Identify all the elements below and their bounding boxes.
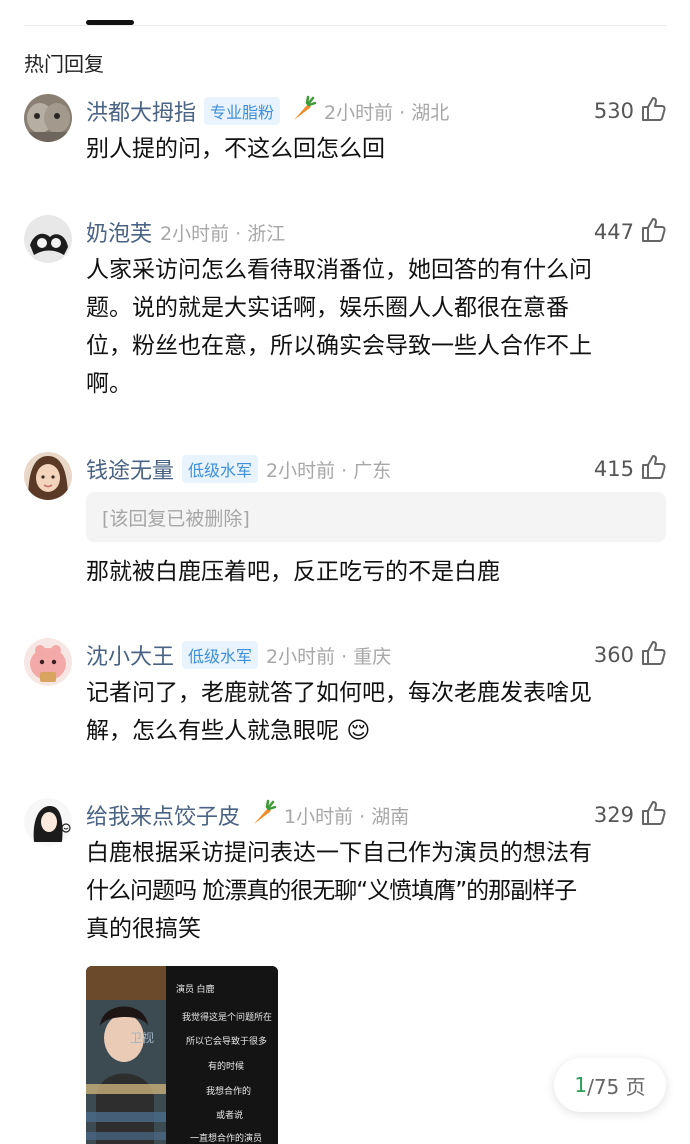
thumbs-up-icon xyxy=(640,454,666,484)
image-caption-line: 有的时候 xyxy=(208,1060,244,1071)
comment-meta: 沈小大王 低级水军 2小时前 · 重庆 xyxy=(86,640,391,670)
total-pages: /75 页 xyxy=(587,1074,646,1099)
image-caption-line: 或者说 xyxy=(216,1109,243,1120)
comment-time: 2小时前 · 浙江 xyxy=(160,222,286,245)
comment-item: 洪都大拇指 专业脂粉 2小时前 · 湖北 530 别人提的问，不这么回怎么回 xyxy=(24,94,666,164)
comment-time: 1小时前 · 湖南 xyxy=(284,805,410,828)
comment-text: 人家采访问怎么看待取消番位，她回答的有什么问 题。说的就是大实话啊，娱乐圈人人都… xyxy=(86,251,666,403)
comment-item: 奶泡芙 2小时前 · 浙江 447 人家采访问怎么看待取消番位，她回答的有什么问… xyxy=(24,215,666,405)
comment-image[interactable]: 卫视 演员 白鹿 我觉得这是个问题所在 所以它会导致于很多 有的时候 我想合作的… xyxy=(86,966,278,1144)
comment-meta: 奶泡芙 2小时前 · 浙江 xyxy=(86,217,285,247)
comment-text-line: 解，怎么有些人就急眼呢 😌 xyxy=(86,712,666,750)
active-tab-indicator xyxy=(86,20,134,25)
like-count: 530 xyxy=(593,99,634,123)
like-count: 447 xyxy=(593,220,634,244)
comment-meta: 给我来点饺子皮 1小时前 · 湖南 xyxy=(86,799,410,831)
comment-time: 2小时前 · 重庆 xyxy=(266,645,392,668)
avatar[interactable] xyxy=(24,798,72,846)
like-button[interactable]: 329 xyxy=(594,800,666,830)
comment-text: 记者问了，老鹿就答了如何吧，每次老鹿发表啥见 解，怎么有些人就急眼呢 😌 xyxy=(86,674,666,750)
current-page: 1 xyxy=(574,1073,588,1097)
username[interactable]: 洪都大拇指 xyxy=(86,95,196,127)
comment-text-line: 啊。 xyxy=(86,371,132,397)
like-count: 360 xyxy=(593,643,634,667)
comment-text: 别人提的问，不这么回怎么回 xyxy=(86,136,385,162)
image-caption-line: 演员 白鹿 xyxy=(176,983,215,994)
page-indicator[interactable]: 1 /75 页 xyxy=(554,1058,666,1112)
username[interactable]: 钱途无量 xyxy=(86,453,174,485)
top-tab-bar xyxy=(24,0,666,26)
like-button[interactable]: 530 xyxy=(594,96,666,126)
like-count: 329 xyxy=(593,803,634,827)
username[interactable]: 沈小大王 xyxy=(86,639,174,671)
avatar[interactable] xyxy=(24,638,72,686)
image-caption-line: 我觉得这是个问题所在 xyxy=(182,1011,272,1022)
image-caption-line: 所以它会导致于很多 xyxy=(186,1035,267,1046)
like-button[interactable]: 415 xyxy=(594,454,666,484)
comment-text-segment: 解，怎么有些人就急眼呢 xyxy=(86,718,339,744)
like-button[interactable]: 360 xyxy=(594,640,666,670)
comment-text-line: 题。说的就是大实话啊，娱乐圈人人都很在意番 xyxy=(86,295,569,321)
comment-item: 钱途无量 低级水军 2小时前 · 广东 415 [该回复已被删除] 那就被白鹿压… xyxy=(24,452,666,592)
comment-time: 2小时前 · 湖北 xyxy=(324,101,450,124)
username[interactable]: 给我来点饺子皮 xyxy=(86,799,240,831)
comment-text-line: 人家采访问怎么看待取消番位，她回答的有什么问 xyxy=(86,257,592,283)
comment-text: 白鹿根据采访提问表达一下自己作为演员的想法有 什么问题吗 尬漂真的很无聊“义愤填… xyxy=(86,834,666,948)
comment-meta: 洪都大拇指 专业脂粉 2小时前 · 湖北 xyxy=(86,95,450,127)
avatar[interactable] xyxy=(24,94,72,142)
comment-text-line: 记者问了，老鹿就答了如何吧，每次老鹿发表啥见 xyxy=(86,680,592,706)
thumbs-up-icon xyxy=(640,800,666,830)
relieved-face-emoji: 😌 xyxy=(346,718,371,744)
thumbs-up-icon xyxy=(640,96,666,126)
section-title: 热门回复 xyxy=(24,52,104,76)
user-badge: 低级水军 xyxy=(182,641,259,669)
carrot-icon xyxy=(248,799,277,831)
comment-text: 那就被白鹿压着吧，反正吃亏的不是白鹿 xyxy=(86,559,500,585)
comment-text-line: 什么问题吗 尬漂真的很无聊“义愤填膺”的那副样子 xyxy=(86,878,577,904)
comment-text-line: 位，粉丝也在意，所以确实会导致一些人合作不上 xyxy=(86,333,592,359)
comment-text-line: 白鹿根据采访提问表达一下自己作为演员的想法有 xyxy=(86,840,592,866)
image-tv-logo: 卫视 xyxy=(130,1030,154,1045)
thumbs-up-icon xyxy=(640,217,666,247)
like-count: 415 xyxy=(593,457,634,481)
carrot-icon xyxy=(288,95,317,127)
avatar[interactable] xyxy=(24,452,72,500)
like-button[interactable]: 447 xyxy=(594,217,666,247)
comment-time: 2小时前 · 广东 xyxy=(266,459,392,482)
thumbs-up-icon xyxy=(640,640,666,670)
avatar[interactable] xyxy=(24,215,72,263)
comment-item: 沈小大王 低级水军 2小时前 · 重庆 360 记者问了，老鹿就答了如何吧，每次… xyxy=(24,638,666,754)
image-caption-line: 我想合作的 xyxy=(206,1085,251,1096)
image-caption-line: 一直想合作的演员 xyxy=(190,1132,262,1143)
quoted-deleted-reply: [该回复已被删除] xyxy=(86,492,666,542)
comment-text-line: 真的很搞笑 xyxy=(86,916,201,942)
user-badge: 低级水军 xyxy=(182,455,259,483)
user-badge: 专业脂粉 xyxy=(204,97,281,125)
username[interactable]: 奶泡芙 xyxy=(86,216,152,248)
comment-meta: 钱途无量 低级水军 2小时前 · 广东 xyxy=(86,454,391,484)
